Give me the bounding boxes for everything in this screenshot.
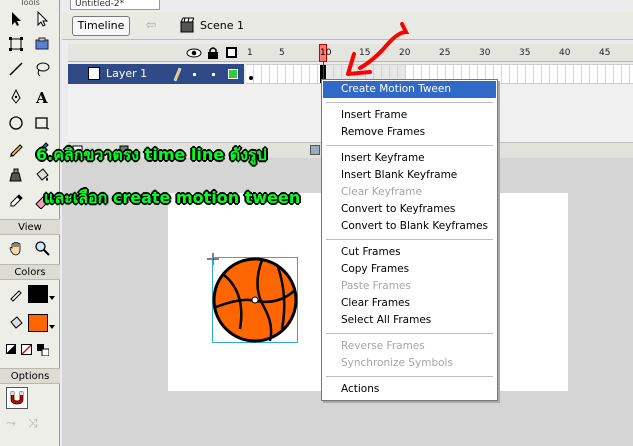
menu-item-actions[interactable]: Actions — [323, 381, 496, 398]
menu-separator — [326, 102, 493, 103]
free-transform-tool-icon[interactable] — [4, 33, 28, 55]
menu-item-paste-frames: Paste Frames — [341, 280, 411, 292]
annotation-line-1: 6.คลิกขวาตรง time line ดังรูป — [36, 145, 267, 164]
tools-title: Tools — [20, 0, 40, 6]
lock-dot[interactable] — [212, 73, 215, 76]
stroke-color-dropdown-icon[interactable] — [49, 296, 55, 300]
menu-item-select-all-frames[interactable]: Select All Frames — [323, 312, 496, 329]
subselect-tool-icon[interactable] — [30, 8, 54, 30]
svg-text:A: A — [35, 89, 48, 105]
scene-clapper-icon — [180, 17, 195, 33]
ruler-number: 35 — [519, 48, 531, 58]
menu-separator — [326, 376, 493, 377]
menu-item-insert-keyframe[interactable]: Insert Keyframe — [323, 150, 496, 167]
fill-color-dropdown-icon[interactable] — [49, 325, 55, 329]
oval-tool-icon[interactable] — [4, 112, 28, 134]
ruler-number: 1 — [247, 48, 253, 58]
stroke-color-pencil-icon — [4, 283, 28, 305]
arrow-tool-icon[interactable] — [4, 8, 28, 30]
menu-item-convert-to-blank-keyframes[interactable]: Convert to Blank Keyframes — [323, 218, 496, 235]
swap-colors-icon[interactable] — [37, 344, 50, 357]
menu-separator — [326, 145, 493, 146]
fill-color-bucket-icon — [4, 312, 28, 334]
ruler-number: 25 — [439, 48, 451, 58]
ruler-number: 5 — [279, 48, 285, 58]
basketball-graphic[interactable] — [212, 257, 298, 343]
menu-item-synchronize-symbols: Synchronize Symbols — [341, 357, 453, 369]
text-tool-icon[interactable]: A — [30, 86, 54, 108]
layer-outline-color[interactable] — [228, 69, 238, 79]
straighten-icon[interactable]: ⤨ — [28, 416, 44, 430]
colors-section-label: Colors — [0, 264, 60, 280]
annotation-line-2: และเลือก create motion tween — [44, 188, 301, 207]
document-tab[interactable]: Untitled-2* — [70, 0, 160, 10]
scene-label: Scene 1 — [200, 19, 245, 32]
back-arrow-icon[interactable]: ⇦ — [142, 18, 160, 34]
zoom-tool-icon[interactable] — [30, 237, 54, 259]
pencil-tool-icon[interactable] — [4, 138, 28, 160]
menu-item-insert-blank-keyframe[interactable]: Insert Blank Keyframe — [323, 167, 496, 184]
menu-item-clear-keyframe: Clear Keyframe — [341, 186, 422, 198]
layer-page-icon — [88, 67, 100, 80]
rectangle-tool-icon[interactable] — [30, 112, 54, 134]
options-section-label: Options — [0, 368, 60, 384]
context-menu: Create Motion Tween Insert Frame Remove … — [321, 79, 498, 401]
frame-cells[interactable] — [246, 65, 320, 83]
menu-item-insert-frame[interactable]: Insert Frame — [323, 107, 496, 124]
hand-tool-icon[interactable] — [4, 237, 28, 259]
timeline-button[interactable]: Timeline — [72, 16, 130, 36]
ruler-number: 40 — [559, 48, 571, 58]
menu-separator — [326, 333, 493, 334]
layer-name[interactable]: Layer 1 — [106, 67, 147, 81]
ruler-number: 45 — [599, 48, 611, 58]
visibility-dot[interactable] — [193, 73, 196, 76]
outline-icon[interactable] — [226, 47, 237, 58]
eye-icon[interactable] — [186, 46, 202, 60]
red-arrow-annotation — [340, 18, 412, 80]
menu-item-remove-frames[interactable]: Remove Frames — [323, 124, 496, 141]
tools-panel: Tools A View Colors Options ⤳ ⤨ — [0, 0, 60, 446]
menu-item-clear-frames[interactable]: Clear Frames — [323, 295, 496, 312]
view-section-label: View — [0, 219, 60, 235]
onion-skin-icon[interactable] — [310, 145, 320, 155]
pencil-edit-icon — [172, 66, 182, 82]
line-tool-icon[interactable] — [4, 58, 28, 80]
black-white-icon[interactable] — [6, 344, 16, 354]
menu-separator — [326, 239, 493, 240]
menu-item-convert-to-keyframes[interactable]: Convert to Keyframes — [323, 201, 496, 218]
smooth-icon[interactable]: ⤳ — [6, 416, 22, 430]
stroke-color-swatch[interactable] — [28, 285, 48, 303]
ruler-number: 30 — [479, 48, 491, 58]
no-color-icon[interactable] — [21, 344, 32, 355]
menu-item-create-motion-tween[interactable]: Create Motion Tween — [323, 81, 496, 98]
lock-icon[interactable] — [207, 46, 219, 60]
fill-color-swatch[interactable] — [28, 314, 48, 332]
menu-item-copy-frames[interactable]: Copy Frames — [323, 261, 496, 278]
snap-to-objects-icon[interactable] — [6, 387, 28, 409]
lasso-tool-icon[interactable] — [30, 58, 54, 80]
menu-item-cut-frames[interactable]: Cut Frames — [323, 244, 496, 261]
fill-transform-tool-icon[interactable] — [30, 33, 54, 55]
keyframe-dot[interactable] — [249, 76, 253, 80]
pen-tool-icon[interactable] — [4, 86, 28, 108]
eyedropper-tool-icon[interactable] — [4, 190, 28, 212]
ruler-number: 10 — [320, 48, 332, 58]
ink-bottle-tool-icon[interactable] — [4, 164, 28, 186]
menu-item-reverse-frames: Reverse Frames — [341, 340, 425, 352]
